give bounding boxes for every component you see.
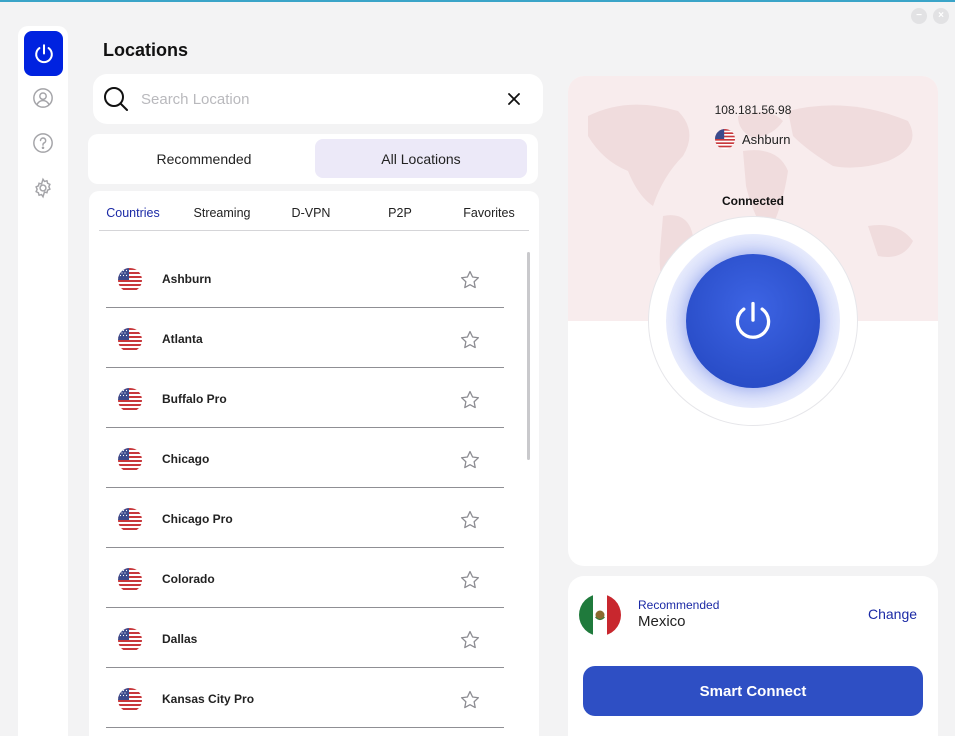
page-title: Locations (103, 40, 189, 60)
gear-icon (35, 177, 51, 199)
tab-streaming[interactable]: Streaming (194, 206, 251, 220)
location-name: Buffalo Pro (162, 392, 227, 406)
star-icon[interactable] (459, 269, 481, 291)
location-name: Chicago (162, 452, 210, 466)
star-icon[interactable] (459, 629, 481, 651)
category-tabs: Countries Streaming D-VPN P2P Favorites (99, 191, 529, 231)
change-link[interactable]: Change (868, 606, 917, 622)
us-flag-icon (118, 628, 142, 652)
power-button[interactable] (686, 254, 820, 388)
location-name: Kansas City Pro (162, 692, 255, 706)
power-icon (34, 43, 53, 63)
list-item[interactable]: Kansas City Pro (106, 668, 504, 728)
us-flag-icon (118, 388, 142, 412)
tab-p2p[interactable]: P2P (388, 206, 412, 220)
recommended-card: Recommended Mexico Change Smart Connect (568, 576, 938, 736)
help-icon (33, 133, 53, 153)
location-name: Chicago Pro (162, 512, 233, 526)
us-flag-icon (715, 129, 735, 149)
location-name: Atlanta (162, 332, 203, 346)
location-name: Colorado (162, 572, 215, 586)
us-flag-icon (118, 568, 142, 592)
close-button[interactable]: × (933, 8, 949, 24)
recommended-country: Mexico (638, 613, 686, 630)
location-mode-toggle: Recommended All Locations (88, 134, 538, 184)
list-item[interactable]: Atlanta (106, 308, 504, 368)
tab-d-vpn[interactable]: D-VPN (292, 206, 331, 220)
list-item[interactable]: Chicago (106, 428, 504, 488)
list-item[interactable]: Chicago Pro (106, 488, 504, 548)
smart-connect-button[interactable]: Smart Connect (583, 666, 923, 716)
connection-status-card: 108.181.56.98 Ashburn Connected (568, 76, 938, 566)
tab-all-locations[interactable]: All Locations (315, 139, 527, 178)
us-flag-icon (118, 268, 142, 292)
list-item[interactable]: Ashburn (106, 248, 504, 308)
power-icon (735, 301, 771, 339)
search-input[interactable] (141, 86, 481, 112)
search-bar (93, 74, 543, 124)
star-icon[interactable] (459, 329, 481, 351)
sidebar-item-settings[interactable] (31, 176, 55, 200)
list-item[interactable]: Dallas (106, 608, 504, 668)
list-scrollbar[interactable] (527, 252, 530, 460)
us-flag-icon (118, 508, 142, 532)
sidebar-item-account[interactable] (31, 86, 55, 110)
star-icon[interactable] (459, 509, 481, 531)
us-flag-icon (118, 688, 142, 712)
minimize-button[interactable]: − (911, 8, 927, 24)
us-flag-icon (118, 328, 142, 352)
current-location-name: Ashburn (742, 131, 791, 147)
star-icon[interactable] (459, 689, 481, 711)
tab-recommended[interactable]: Recommended (93, 139, 315, 178)
us-flag-icon (118, 448, 142, 472)
star-icon[interactable] (459, 389, 481, 411)
location-name: Dallas (162, 632, 198, 646)
ip-address: 108.181.56.98 (714, 103, 792, 117)
sidebar-item-help[interactable] (31, 131, 55, 155)
window-controls: − × (911, 8, 949, 24)
connection-state: Connected (721, 194, 784, 208)
location-name: Ashburn (162, 272, 212, 286)
mexico-flag-icon (579, 594, 621, 636)
tab-favorites[interactable]: Favorites (463, 206, 514, 220)
list-item[interactable]: Colorado (106, 548, 504, 608)
star-icon[interactable] (459, 569, 481, 591)
window-top-border (0, 0, 955, 2)
close-icon: × (938, 10, 944, 21)
location-list-panel: Countries Streaming D-VPN P2P Favorites … (89, 191, 539, 736)
sidebar-item-power[interactable] (24, 31, 63, 76)
search-icon (104, 87, 128, 111)
sidebar (18, 26, 68, 736)
close-icon[interactable] (505, 90, 523, 108)
star-icon[interactable] (459, 449, 481, 471)
recommended-label: Recommended (638, 598, 720, 612)
current-location: Ashburn (715, 129, 790, 149)
list-item[interactable]: Buffalo Pro (106, 368, 504, 428)
minimize-icon: − (916, 10, 922, 21)
user-icon (33, 88, 53, 108)
tab-countries[interactable]: Countries (106, 206, 160, 220)
